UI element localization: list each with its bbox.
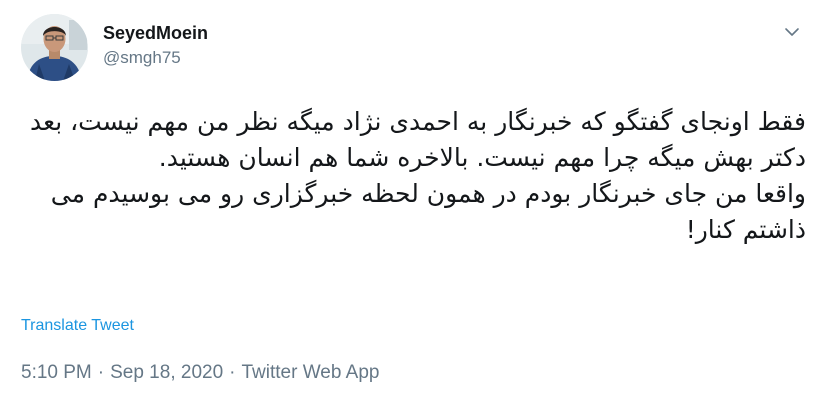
- tweet-time[interactable]: 5:10 PM: [21, 362, 92, 383]
- meta-separator: ·: [229, 362, 236, 383]
- tweet-text: فقط اونجای گفتگو که خبرنگار به احمدی نژا…: [30, 107, 806, 244]
- author-names: SeyedMoein @smgh75: [103, 22, 208, 70]
- avatar-image: [21, 14, 88, 81]
- tweet-meta: 5:10 PM · Sep 18, 2020 · Twitter Web App: [21, 362, 379, 384]
- avatar[interactable]: [21, 14, 88, 81]
- translate-tweet-link[interactable]: Translate Tweet: [21, 317, 134, 335]
- tweet-source[interactable]: Twitter Web App: [241, 362, 379, 383]
- author-display-name[interactable]: SeyedMoein: [103, 22, 208, 44]
- author-handle[interactable]: @smgh75: [103, 46, 208, 70]
- meta-separator: ·: [97, 362, 105, 383]
- tweet-menu-button[interactable]: [780, 20, 804, 44]
- tweet-date[interactable]: Sep 18, 2020: [110, 362, 223, 383]
- tweet-header: SeyedMoein @smgh75: [21, 14, 804, 84]
- tweet-card: SeyedMoein @smgh75 فقط اونجای گفتگو که خ…: [0, 0, 824, 404]
- chevron-down-icon: [785, 28, 799, 36]
